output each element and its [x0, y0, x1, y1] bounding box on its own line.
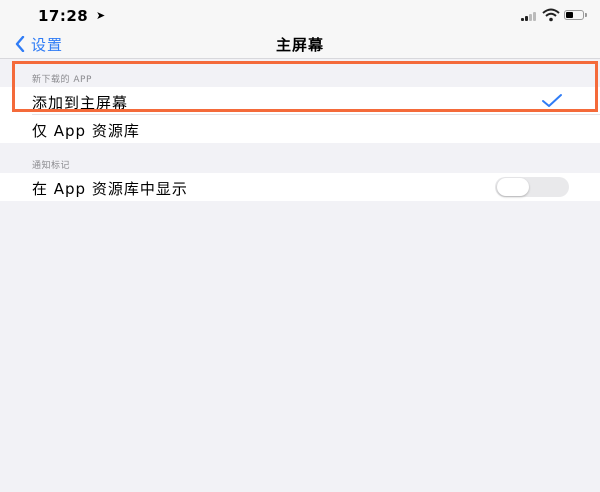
option-add-to-home-screen[interactable]: 添加到主屏幕 [0, 87, 600, 115]
show-in-app-library-row: 在 App 资源库中显示 [0, 173, 600, 201]
option-label: 仅 App 资源库 [32, 122, 140, 140]
checkmark-icon [542, 94, 562, 107]
chevron-left-icon [15, 36, 25, 52]
location-arrow-icon: ➤ [96, 9, 106, 22]
toggle-knob [497, 178, 529, 196]
navigation-bar: 主屏幕 设置 [0, 30, 600, 59]
option-app-library-only[interactable]: 仅 App 资源库 [0, 115, 600, 143]
back-button[interactable]: 设置 [15, 33, 63, 55]
battery-icon [564, 10, 584, 20]
option-label: 添加到主屏幕 [32, 94, 129, 112]
section-header-new-downloads: 新下载的 APP [32, 75, 92, 85]
page-title: 主屏幕 [275, 36, 324, 54]
section-header-notification-badges: 通知标记 [32, 161, 71, 171]
status-bar: 17:28 ➤ [0, 0, 600, 30]
show-in-app-library-toggle[interactable] [495, 177, 569, 197]
status-time: 17:28 [38, 7, 89, 25]
battery-tip [585, 13, 587, 17]
wifi-icon [542, 8, 560, 22]
cellular-signal-icon [521, 11, 541, 21]
back-button-label: 设置 [31, 35, 64, 54]
toggle-label: 在 App 资源库中显示 [32, 180, 188, 198]
